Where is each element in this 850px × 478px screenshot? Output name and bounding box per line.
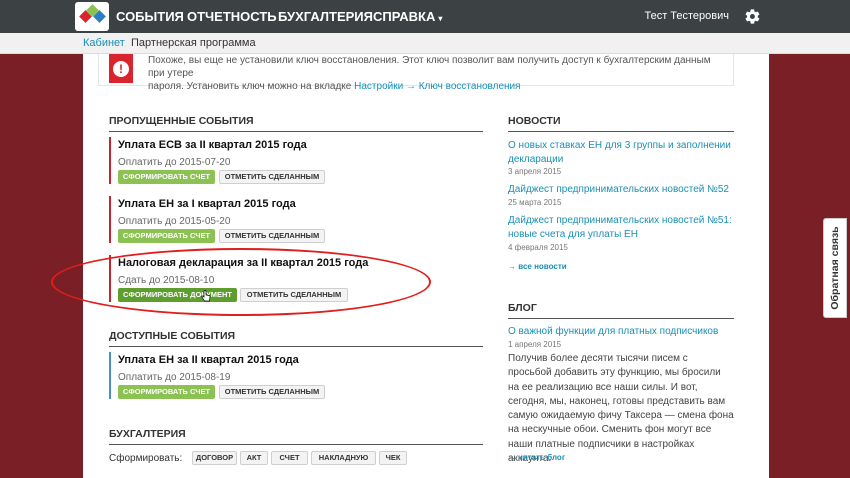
nav-help-label: СПРАВКА [373,9,436,24]
exclamation-icon: ! [113,61,129,77]
missed-events-heading: ПРОПУЩЕННЫЕ СОБЫТИЯ [109,115,254,127]
waybill-button[interactable]: НАКЛАДНУЮ [311,451,376,465]
caret-down-icon: ▾ [438,14,443,23]
contract-button[interactable]: ДОГОВОР [192,451,237,465]
accounting-heading: БУХГАЛТЕРИЯ [109,428,186,440]
read-blog-link[interactable]: → читать блог [508,453,565,462]
top-navbar: СОБЫТИЯ ОТЧЕТНОСТЬ БУХГАЛТЕРИЯ СПРАВКА ▾ … [0,0,850,33]
create-invoice-button[interactable]: СФОРМИРОВАТЬ СЧЕТ [118,385,215,399]
event-due-date: Оплатить до 2015-05-20 [118,216,231,227]
nav-help[interactable]: СПРАВКА ▾ [373,0,442,33]
nav-events[interactable]: СОБЫТИЯ [116,0,184,33]
available-events-heading: ДОСТУПНЫЕ СОБЫТИЯ [109,330,236,342]
blog-divider [508,318,734,319]
create-invoice-button[interactable]: СФОРМИРОВАТЬ СЧЕТ [118,170,215,184]
blog-excerpt: Получив более десяти тысячи писем с прос… [508,353,734,465]
alert-text: Похоже, вы еще не установили ключ восста… [148,54,728,93]
event-title[interactable]: Уплата ЕН за I квартал 2015 года [118,198,296,210]
news-item-link[interactable]: О новых ставках ЕН для 3 группы и заполн… [508,139,734,167]
feedback-tab[interactable]: Обратная связь [823,218,847,318]
mark-done-button[interactable]: ОТМЕТИТЬ СДЕЛАННЫМ [219,229,325,243]
user-name[interactable]: Тест Тестерович [644,0,729,33]
alert-line-2-prefix: пароля. Установить ключ можно на вкладке [148,81,355,92]
nav-reporting[interactable]: ОТЧЕТНОСТЬ [187,0,277,33]
settings-recovery-key-link[interactable]: Настройки → Ключ восстановления [354,81,520,92]
blog-post-link[interactable]: О важной функции для платных подписчиков [508,325,734,339]
news-heading: НОВОСТИ [508,115,561,127]
event-status-bar [109,352,111,399]
news-item-link[interactable]: Дайджест предпринимательских новостей №5… [508,214,734,242]
alert-line-1: Похоже, вы еще не установили ключ восста… [148,55,711,79]
invoice-button[interactable]: СЧЕТ [271,451,308,465]
news-divider [508,131,734,132]
hand-cursor-icon [201,290,211,302]
event-due-date: Оплатить до 2015-08-19 [118,372,231,383]
taxer-logo[interactable] [75,2,109,31]
event-due-date: Оплатить до 2015-07-20 [118,157,231,168]
news-date: 3 апреля 2015 [508,167,562,176]
sub-navbar: Кабинет Партнерская программа [0,33,850,54]
news-item-link[interactable]: Дайджест предпринимательских новостей №5… [508,183,734,197]
event-title[interactable]: Уплата ЕСВ за II квартал 2015 года [118,139,307,151]
event-status-bar [109,196,111,243]
news-date: 4 февраля 2015 [508,243,568,252]
all-news-link[interactable]: → все новости [508,262,567,271]
event-status-bar [109,137,111,184]
receipt-button[interactable]: ЧЕК [379,451,407,465]
feedback-label: Обратная связь [829,226,841,310]
subnav-partner-program[interactable]: Партнерская программа [131,33,256,54]
accounting-divider [109,444,483,445]
missed-events-divider [109,131,483,132]
act-button[interactable]: АКТ [240,451,268,465]
alert-line-2: пароля. Установить ключ можно на вкладке… [148,80,728,93]
create-label: Сформировать: [109,453,183,464]
subnav-cabinet[interactable]: Кабинет [83,33,125,54]
available-events-divider [109,346,483,347]
alert-badge: ! [109,54,133,83]
blog-date: 1 апреля 2015 [508,340,562,349]
nav-accounting[interactable]: БУХГАЛТЕРИЯ [278,0,373,33]
mark-done-button[interactable]: ОТМЕТИТЬ СДЕЛАННЫМ [219,385,325,399]
mark-done-button[interactable]: ОТМЕТИТЬ СДЕЛАННЫМ [219,170,325,184]
news-date: 25 марта 2015 [508,198,562,207]
gear-icon[interactable] [744,8,761,25]
create-invoice-button[interactable]: СФОРМИРОВАТЬ СЧЕТ [118,229,215,243]
annotation-ellipse [51,248,431,316]
event-title[interactable]: Уплата ЕН за II квартал 2015 года [118,354,299,366]
blog-heading: БЛОГ [508,302,537,314]
